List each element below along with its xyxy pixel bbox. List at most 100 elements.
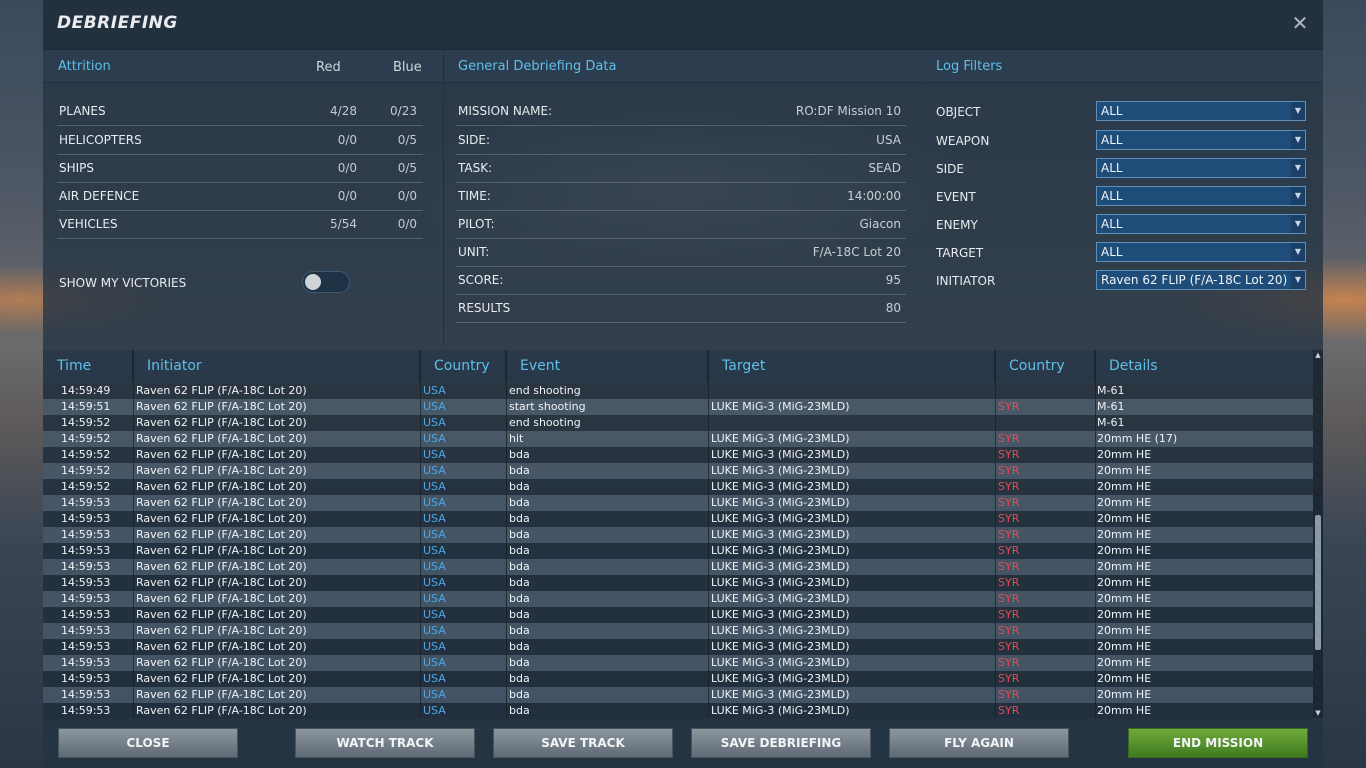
general-label: MISSION NAME: (458, 104, 553, 118)
log-cell-country: USA (423, 640, 446, 653)
col-target-label: Target (722, 358, 766, 374)
close-icon[interactable]: ✕ (1291, 12, 1309, 34)
log-cell-initiator: Raven 62 FLIP (F/A-18C Lot 20) (136, 544, 307, 557)
log-row[interactable]: 14:59:51 Raven 62 FLIP (F/A-18C Lot 20) US… (43, 399, 1313, 415)
log-cell-target-country: SYR (998, 400, 1020, 413)
filter-event-value: ALL (1101, 189, 1123, 203)
log-cell-time: 14:59:53 (61, 528, 111, 541)
log-cell-country: USA (423, 608, 446, 621)
log-row[interactable]: 14:59:53 Raven 62 FLIP (F/A-18C Lot 20) US… (43, 623, 1313, 639)
log-cell-initiator: Raven 62 FLIP (F/A-18C Lot 20) (136, 560, 307, 573)
watch-track-button[interactable]: WATCH TRACK (295, 728, 475, 758)
log-cell-event: bda (509, 512, 530, 525)
log-row[interactable]: 14:59:52 Raven 62 FLIP (F/A-18C Lot 20) US… (43, 447, 1313, 463)
save-debriefing-button[interactable]: SAVE DEBRIEFING (691, 728, 871, 758)
general-value: F/A-18C Lot 20 (812, 245, 901, 259)
scrollbar-thumb[interactable] (1315, 515, 1321, 650)
attrition-label: VEHICLES (59, 217, 118, 231)
log-row[interactable]: 14:59:53 Raven 62 FLIP (F/A-18C Lot 20) US… (43, 543, 1313, 559)
log-cell-details: 20mm HE (1097, 528, 1152, 541)
log-row[interactable]: 14:59:53 Raven 62 FLIP (F/A-18C Lot 20) US… (43, 655, 1313, 671)
log-row[interactable]: 14:59:53 Raven 62 FLIP (F/A-18C Lot 20) US… (43, 591, 1313, 607)
filter-side-select[interactable]: ALL ▼ (1096, 158, 1306, 178)
fly-again-button[interactable]: FLY AGAIN (889, 728, 1069, 758)
show-victories-toggle[interactable] (302, 271, 350, 293)
log-cell-target-country: SYR (998, 656, 1020, 669)
toggle-knob (305, 274, 321, 290)
log-cell-country: USA (423, 448, 446, 461)
attrition-col-red: Red (316, 60, 341, 75)
attrition-blue-value: 0/5 (397, 161, 417, 175)
log-row[interactable]: 14:59:53 Raven 62 FLIP (F/A-18C Lot 20) US… (43, 639, 1313, 655)
col-time[interactable]: Time (43, 350, 133, 382)
filter-enemy-select[interactable]: ALL ▼ (1096, 214, 1306, 234)
log-cell-details: M-61 (1097, 384, 1125, 397)
scroll-up-icon[interactable]: ▲ (1313, 350, 1323, 360)
log-cell-target: LUKE MiG-3 (MiG-23MLD) (711, 608, 850, 621)
filter-target-select[interactable]: ALL ▼ (1096, 242, 1306, 262)
filter-weapon-select[interactable]: ALL ▼ (1096, 130, 1306, 150)
log-cell-event: bda (509, 544, 530, 557)
col-target-country[interactable]: Country (995, 350, 1095, 382)
chevron-down-icon: ▼ (1291, 102, 1305, 120)
general-value: 80 (885, 301, 901, 315)
log-cell-details: 20mm HE (1097, 688, 1152, 701)
log-row[interactable]: 14:59:53 Raven 62 FLIP (F/A-18C Lot 20) US… (43, 511, 1313, 527)
close-button[interactable]: CLOSE (58, 728, 238, 758)
log-cell-target-country: SYR (998, 528, 1020, 541)
attrition-row: HELICOPTERS 0/0 0/5 (57, 127, 423, 155)
general-value: RO:DF Mission 10 (795, 104, 901, 118)
log-row[interactable]: 14:59:52 Raven 62 FLIP (F/A-18C Lot 20) US… (43, 431, 1313, 447)
col-target[interactable]: Target (708, 350, 995, 382)
log-cell-target-country: SYR (998, 496, 1020, 509)
log-row[interactable]: 14:59:53 Raven 62 FLIP (F/A-18C Lot 20) US… (43, 703, 1313, 719)
general-label: SIDE: (458, 133, 491, 147)
log-cell-details: 20mm HE (17) (1097, 432, 1178, 445)
log-cell-target-country: SYR (998, 640, 1020, 653)
filter-object-select[interactable]: ALL ▼ (1096, 101, 1306, 121)
log-cell-country: USA (423, 464, 446, 477)
log-row[interactable]: 14:59:53 Raven 62 FLIP (F/A-18C Lot 20) US… (43, 607, 1313, 623)
log-cell-country: USA (423, 416, 446, 429)
chevron-down-icon: ▼ (1291, 271, 1305, 289)
log-row[interactable]: 14:59:53 Raven 62 FLIP (F/A-18C Lot 20) US… (43, 687, 1313, 703)
log-row[interactable]: 14:59:53 Raven 62 FLIP (F/A-18C Lot 20) US… (43, 575, 1313, 591)
log-scrollbar[interactable]: ▲ ▼ (1313, 350, 1323, 718)
log-row[interactable]: 14:59:52 Raven 62 FLIP (F/A-18C Lot 20) US… (43, 415, 1313, 431)
log-cell-initiator: Raven 62 FLIP (F/A-18C Lot 20) (136, 480, 307, 493)
log-row[interactable]: 14:59:53 Raven 62 FLIP (F/A-18C Lot 20) US… (43, 671, 1313, 687)
log-cell-details: 20mm HE (1097, 608, 1152, 621)
log-cell-target: LUKE MiG-3 (MiG-23MLD) (711, 496, 850, 509)
log-cell-time: 14:59:52 (61, 416, 111, 429)
log-cell-country: USA (423, 512, 446, 525)
general-value: SEAD (868, 161, 901, 175)
log-cell-country: USA (423, 592, 446, 605)
log-cell-target-country: SYR (998, 592, 1020, 605)
log-cell-target: LUKE MiG-3 (MiG-23MLD) (711, 592, 850, 605)
log-row[interactable]: 14:59:52 Raven 62 FLIP (F/A-18C Lot 20) US… (43, 479, 1313, 495)
end-mission-button[interactable]: END MISSION (1128, 728, 1308, 758)
scroll-down-icon[interactable]: ▼ (1313, 708, 1323, 718)
log-cell-initiator: Raven 62 FLIP (F/A-18C Lot 20) (136, 400, 307, 413)
log-row[interactable]: 14:59:53 Raven 62 FLIP (F/A-18C Lot 20) US… (43, 495, 1313, 511)
col-initiator[interactable]: Initiator (133, 350, 420, 382)
col-details[interactable]: Details (1095, 350, 1313, 382)
log-row[interactable]: 14:59:53 Raven 62 FLIP (F/A-18C Lot 20) US… (43, 527, 1313, 543)
filter-initiator-select[interactable]: Raven 62 FLIP (F/A-18C Lot 20) ▼ (1096, 270, 1306, 290)
attrition-title: Attrition (58, 59, 111, 74)
save-track-button[interactable]: SAVE TRACK (493, 728, 673, 758)
log-row[interactable]: 14:59:52 Raven 62 FLIP (F/A-18C Lot 20) US… (43, 463, 1313, 479)
attrition-blue-value: 0/0 (397, 217, 417, 231)
log-cell-time: 14:59:53 (61, 512, 111, 525)
log-cell-event: start shooting (509, 400, 586, 413)
chevron-down-icon: ▼ (1291, 131, 1305, 149)
log-cell-time: 14:59:53 (61, 592, 111, 605)
filter-target-value: ALL (1101, 245, 1123, 259)
filter-event-select[interactable]: ALL ▼ (1096, 186, 1306, 206)
log-cell-event: bda (509, 624, 530, 637)
col-country[interactable]: Country (420, 350, 506, 382)
col-event[interactable]: Event (506, 350, 708, 382)
log-cell-target: LUKE MiG-3 (MiG-23MLD) (711, 432, 850, 445)
log-row[interactable]: 14:59:53 Raven 62 FLIP (F/A-18C Lot 20) US… (43, 559, 1313, 575)
log-row[interactable]: 14:59:49 Raven 62 FLIP (F/A-18C Lot 20) US… (43, 383, 1313, 399)
